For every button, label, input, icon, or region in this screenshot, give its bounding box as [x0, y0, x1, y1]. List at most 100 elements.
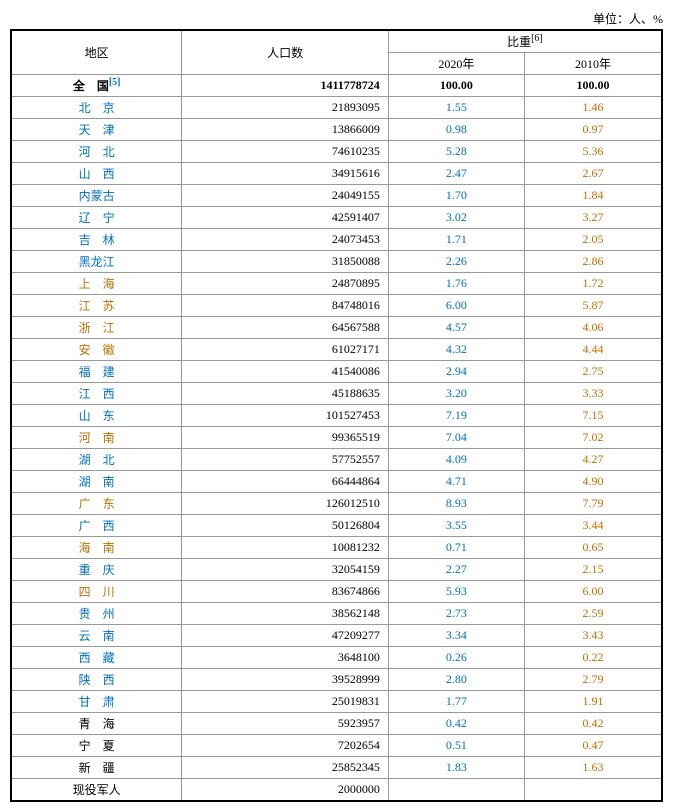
region-cell: 新 疆: [11, 757, 182, 779]
population-table: 地区 人口数 比重[6] 2020年 2010年 全 国[5]141177872…: [10, 29, 663, 802]
ratio-2020-cell: 2.26: [388, 251, 524, 273]
population-cell: 5923957: [182, 713, 388, 735]
ratio-2010-cell: 0.97: [524, 119, 662, 141]
region-cell: 上 海: [11, 273, 182, 295]
population-cell: 57752557: [182, 449, 388, 471]
ratio-2010-cell: 5.36: [524, 141, 662, 163]
ratio-2020-cell: 5.93: [388, 581, 524, 603]
population-cell: 13866009: [182, 119, 388, 141]
ratio-2020-cell: 5.28: [388, 141, 524, 163]
ratio-2010-cell: 2.79: [524, 669, 662, 691]
ratio-2010-cell: 7.79: [524, 493, 662, 515]
table-row: 江 苏847480166.005.87: [11, 295, 662, 317]
region-cell: 浙 江: [11, 317, 182, 339]
region-cell: 广 东: [11, 493, 182, 515]
population-cell: 3648100: [182, 647, 388, 669]
ratio-2010-cell: 2.75: [524, 361, 662, 383]
population-cell: 25019831: [182, 691, 388, 713]
ratio-2010-cell: 3.33: [524, 383, 662, 405]
ratio-2020-cell: 0.26: [388, 647, 524, 669]
region-cell: 西 藏: [11, 647, 182, 669]
table-row: 浙 江645675884.574.06: [11, 317, 662, 339]
ratio-header: 比重[6]: [388, 30, 662, 53]
region-cell: 黑龙江: [11, 251, 182, 273]
population-cell: 39528999: [182, 669, 388, 691]
table-row: 安 徽610271714.324.44: [11, 339, 662, 361]
population-cell: 31850088: [182, 251, 388, 273]
ratio-2010-cell: 7.15: [524, 405, 662, 427]
table-row: 四 川836748665.936.00: [11, 581, 662, 603]
ratio-2010-cell: 100.00: [524, 75, 662, 97]
region-cell: 福 建: [11, 361, 182, 383]
region-cell: 江 苏: [11, 295, 182, 317]
ratio-2010-cell: 0.65: [524, 537, 662, 559]
population-cell: 83674866: [182, 581, 388, 603]
ratio-2020-cell: 8.93: [388, 493, 524, 515]
ratio-2010-cell: 2.59: [524, 603, 662, 625]
ratio-2010-cell: 0.42: [524, 713, 662, 735]
ratio-2010-cell: 3.44: [524, 515, 662, 537]
table-row: 陕 西395289992.802.79: [11, 669, 662, 691]
ratio-2020-cell: 1.71: [388, 229, 524, 251]
region-cell: 辽 宁: [11, 207, 182, 229]
ratio-2020-cell: 4.57: [388, 317, 524, 339]
table-row: 青 海59239570.420.42: [11, 713, 662, 735]
ratio-2010-cell: 1.91: [524, 691, 662, 713]
region-cell: 现役军人: [11, 779, 182, 802]
population-cell: 34915616: [182, 163, 388, 185]
population-cell: 41540086: [182, 361, 388, 383]
ratio-2020-cell: 4.71: [388, 471, 524, 493]
ratio-2010-cell: 1.72: [524, 273, 662, 295]
table-row: 广 西501268043.553.44: [11, 515, 662, 537]
ratio-2020-cell: 3.34: [388, 625, 524, 647]
ratio-2020-cell: 3.20: [388, 383, 524, 405]
region-cell: 天 津: [11, 119, 182, 141]
population-cell: 84748016: [182, 295, 388, 317]
ratio-2020-cell: 2.94: [388, 361, 524, 383]
table-row: 山 东1015274537.197.15: [11, 405, 662, 427]
ratio-2020-cell: 4.09: [388, 449, 524, 471]
table-row: 云 南472092773.343.43: [11, 625, 662, 647]
region-cell: 广 西: [11, 515, 182, 537]
ratio-2010-cell: 2.86: [524, 251, 662, 273]
ratio-2020-cell: 1.76: [388, 273, 524, 295]
region-cell: 北 京: [11, 97, 182, 119]
region-cell: 吉 林: [11, 229, 182, 251]
population-cell: 24049155: [182, 185, 388, 207]
ratio-2010-cell: 3.43: [524, 625, 662, 647]
table-row: 现役军人2000000: [11, 779, 662, 802]
ratio-2010-cell: 4.44: [524, 339, 662, 361]
table-row: 广 东1260125108.937.79: [11, 493, 662, 515]
table-row: 福 建415400862.942.75: [11, 361, 662, 383]
ratio-2010-cell: 0.47: [524, 735, 662, 757]
ratio-2010-cell: 6.00: [524, 581, 662, 603]
table-row: 湖 南664448644.714.90: [11, 471, 662, 493]
region-cell: 宁 夏: [11, 735, 182, 757]
ratio-2010-cell: 1.84: [524, 185, 662, 207]
ratio-2020-cell: 3.02: [388, 207, 524, 229]
ratio-2010-cell: 1.46: [524, 97, 662, 119]
table-row: 贵 州385621482.732.59: [11, 603, 662, 625]
population-cell: 10081232: [182, 537, 388, 559]
table-row: 吉 林240734531.712.05: [11, 229, 662, 251]
region-cell: 陕 西: [11, 669, 182, 691]
table-row: 河 南993655197.047.02: [11, 427, 662, 449]
ratio-2020-cell: 1.70: [388, 185, 524, 207]
region-cell: 湖 南: [11, 471, 182, 493]
table-row: 内蒙古240491551.701.84: [11, 185, 662, 207]
population-cell: 21893095: [182, 97, 388, 119]
table-row: 河 北746102355.285.36: [11, 141, 662, 163]
ratio-2020-cell: 1.55: [388, 97, 524, 119]
population-cell: 64567588: [182, 317, 388, 339]
region-cell: 青 海: [11, 713, 182, 735]
region-cell: 山 西: [11, 163, 182, 185]
ratio-2020-cell: 2.47: [388, 163, 524, 185]
table-row: 江 西451886353.203.33: [11, 383, 662, 405]
ratio-2020-cell: 0.42: [388, 713, 524, 735]
population-cell: 25852345: [182, 757, 388, 779]
table-row: 黑龙江318500882.262.86: [11, 251, 662, 273]
ratio-2010-cell: 2.15: [524, 559, 662, 581]
population-cell: 66444864: [182, 471, 388, 493]
table-row: 北 京218930951.551.46: [11, 97, 662, 119]
region-cell: 河 北: [11, 141, 182, 163]
